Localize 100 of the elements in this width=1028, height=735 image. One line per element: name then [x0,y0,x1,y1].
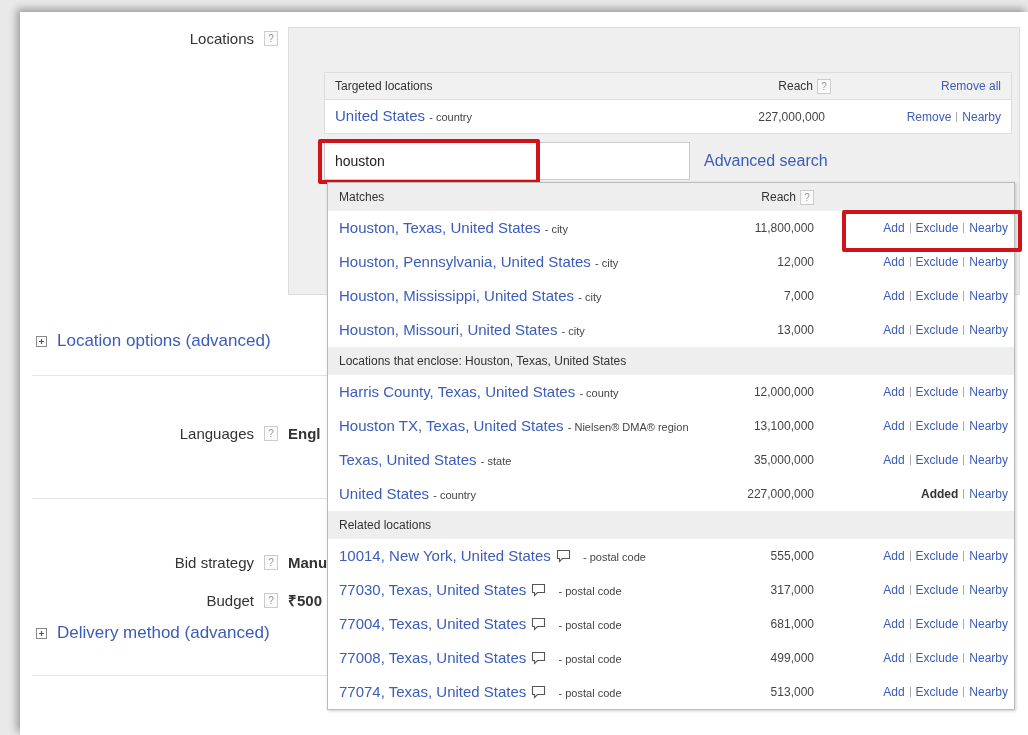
field-value: Manu [288,553,328,571]
action-link[interactable]: Nearby [969,255,1008,269]
section-header: Matches [339,190,385,204]
field-label: Budget [206,591,254,609]
action-link[interactable]: Remove [906,109,952,124]
action-link[interactable]: Exclude [915,323,959,337]
reach-value: 35,000,000 [752,453,815,467]
action-link[interactable]: Nearby [969,289,1008,303]
location-link[interactable]: United States [335,107,426,124]
location-type: - postal code [558,686,622,699]
action-link[interactable]: Nearby [969,323,1008,337]
action-link[interactable]: Exclude [915,651,959,665]
location-link[interactable]: 10014, New York, United States [339,546,551,564]
search-field[interactable]: houston [324,142,690,180]
location-type: - country [433,488,477,501]
reach-value: 555,000 [769,549,815,563]
location-type: - country [429,111,473,123]
reach-value: 13,100,000 [752,419,815,433]
location-type: - Nielsen® DMA® region [567,420,689,433]
reach-value: 227,000,000 [746,487,815,501]
section-header: Related locations [339,518,432,532]
reach-value: 12,000,000 [752,385,815,399]
column-header: Reach [778,79,813,93]
status-text: Added [920,487,959,501]
action-link[interactable]: Exclude [915,419,959,433]
action-link[interactable]: Add [883,221,905,235]
reach-value: 227,000,000 [757,109,826,124]
field-value: ₹500 [288,591,323,610]
speech-bubble-icon[interactable] [531,650,547,665]
location-link[interactable]: Houston, Pennsylvania, United States [339,252,591,270]
action-link[interactable]: Add [883,453,905,467]
reach-value: 11,800,000 [753,221,815,235]
location-link[interactable]: Texas, United States [339,450,477,468]
action-link[interactable]: Add [883,651,905,665]
reach-value: 499,000 [769,651,815,665]
action-link[interactable]: Add [883,583,905,597]
action-link[interactable]: Add [883,323,905,337]
column-header: Reach [761,190,796,204]
action-link[interactable]: Add [883,385,905,399]
action-link[interactable]: Nearby [969,419,1008,433]
location-link[interactable]: United States [339,484,430,502]
location-type: - county [579,386,619,399]
action-link[interactable]: Nearby [962,109,1001,124]
action-link[interactable]: Exclude [915,255,959,269]
action-link[interactable]: Add [883,685,905,699]
location-type: - postal code [558,652,622,665]
location-link[interactable]: Houston TX, Texas, United States [339,416,564,434]
action-link[interactable]: Nearby [969,651,1008,665]
location-link[interactable]: 77074, Texas, United States [339,682,527,700]
column-header: Targeted locations [335,79,434,93]
reach-value: 317,000 [769,583,815,597]
remove-all-link[interactable]: Remove all [940,79,1001,93]
location-options-link[interactable]: Location options (advanced) [57,331,271,351]
location-link[interactable]: Houston, Mississippi, United States [339,286,575,304]
delivery-method-link[interactable]: Delivery method (advanced) [57,623,270,643]
action-link[interactable]: Exclude [915,385,959,399]
action-link[interactable]: Nearby [969,583,1008,597]
action-link[interactable]: Add [883,255,905,269]
location-link[interactable]: 77004, Texas, United States [339,614,527,632]
action-link[interactable]: Add [883,419,905,433]
location-type: - state [480,454,512,467]
speech-bubble-icon[interactable] [555,548,571,563]
location-type: - postal code [583,550,646,563]
action-link[interactable]: Add [883,289,905,303]
field-label: Languages [179,424,254,442]
action-link[interactable]: Add [883,617,905,631]
action-link[interactable]: Exclude [915,685,959,699]
location-type: - postal code [558,618,622,631]
action-link[interactable]: Nearby [969,453,1008,467]
location-link[interactable]: 77008, Texas, United States [339,648,527,666]
location-link[interactable]: Houston, Texas, United States [339,218,541,236]
speech-bubble-icon[interactable] [531,684,547,699]
reach-value: 7,000 [782,289,815,303]
location-type: - city [561,324,585,337]
action-link[interactable]: Exclude [915,289,959,303]
action-link[interactable]: Exclude [915,583,959,597]
location-type: - city [544,222,568,235]
section-header: Locations that enclose: Houston, Texas, United States [339,354,627,368]
action-link[interactable]: Exclude [915,549,959,563]
action-link[interactable]: Add [883,549,905,563]
location-link[interactable]: 77030, Texas, United States [339,580,527,598]
reach-value: 681,000 [769,617,815,631]
speech-bubble-icon[interactable] [531,582,547,597]
field-value: Engl [288,424,321,442]
expand-icon[interactable] [36,627,47,639]
expand-icon[interactable] [36,335,47,347]
action-link[interactable]: Nearby [969,221,1008,235]
action-link[interactable]: Exclude [915,453,959,467]
action-link[interactable]: Exclude [915,617,959,631]
field-label: Bid strategy [174,553,254,571]
action-link[interactable]: Nearby [969,385,1008,399]
action-link[interactable]: Nearby [969,685,1008,699]
action-link[interactable]: Nearby [969,617,1008,631]
action-link[interactable]: Exclude [915,221,959,235]
action-link[interactable]: Nearby [969,549,1008,563]
speech-bubble-icon[interactable] [531,616,547,631]
action-link[interactable]: Nearby [969,487,1008,501]
location-link[interactable]: Harris County, Texas, United States [339,382,576,400]
location-link[interactable]: Houston, Missouri, United States [339,320,558,338]
advanced-search-link[interactable]: Advanced search [704,152,828,170]
